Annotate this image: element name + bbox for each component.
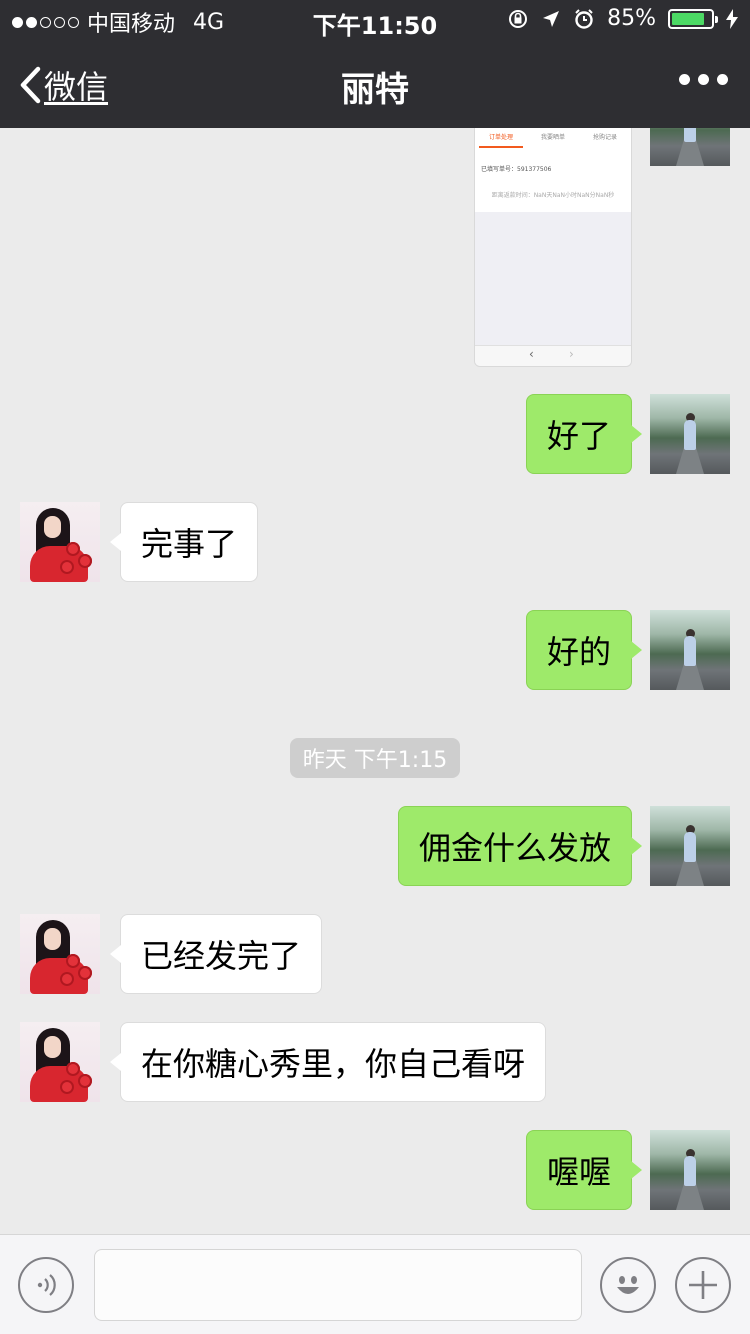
- signal-strength-icon: [12, 16, 79, 28]
- status-bar: 中国移动 4G 下午11:50 85%: [0, 0, 750, 40]
- battery-percent: 85%: [607, 6, 656, 31]
- avatar[interactable]: [20, 1022, 100, 1102]
- back-label: 微信: [44, 68, 109, 106]
- message-bubble-sent[interactable]: 喔喔: [526, 1130, 643, 1210]
- image-tabs: 订单处理 我要晒单 抢购记录: [475, 128, 631, 148]
- image-countdown: 距离返款时间：NaN天NaN小时NaN分NaN秒: [491, 192, 615, 199]
- message-input[interactable]: [94, 1249, 582, 1321]
- avatar[interactable]: [650, 806, 730, 886]
- message-bubble-sent[interactable]: 佣金什么发放: [398, 806, 643, 886]
- avatar[interactable]: [20, 914, 100, 994]
- chevron-left-icon: ‹: [529, 347, 534, 361]
- emoji-icon[interactable]: [600, 1257, 656, 1313]
- image-tab: 我要晒单: [540, 134, 565, 141]
- image-order-panel: 已填写单号：591377506 距离返款时间：NaN天NaN小时NaN分NaN秒: [475, 148, 631, 212]
- status-left: 中国移动 4G: [12, 6, 224, 38]
- plus-icon[interactable]: [675, 1257, 731, 1313]
- avatar[interactable]: [650, 1130, 730, 1210]
- carrier-label: 中国移动: [87, 12, 176, 37]
- message-bubble-sent[interactable]: 好了: [526, 394, 643, 474]
- location-arrow-icon: [543, 10, 560, 27]
- back-button[interactable]: 微信: [18, 62, 108, 108]
- battery-level-fill: [672, 12, 705, 25]
- nav-bar: 微信 丽特: [0, 48, 750, 120]
- rotation-lock-icon: [509, 9, 528, 28]
- chat-title: 丽特: [341, 70, 409, 110]
- network-label: 4G: [193, 9, 225, 35]
- top-bar: 中国移动 4G 下午11:50 85% 微信 丽特: [0, 0, 750, 128]
- message-bubble-received[interactable]: 完事了: [109, 502, 259, 582]
- input-bar: [0, 1234, 750, 1334]
- status-right: 85%: [507, 6, 738, 31]
- message-bubble-received[interactable]: 在你糖心秀里，你自己看呀: [109, 1022, 547, 1102]
- image-order-number: 已填写单号：591377506: [481, 166, 552, 173]
- image-browser-footer: ‹ ›: [475, 345, 631, 366]
- chat-area[interactable]: 订单处理 我要晒单 抢购记录 已填写单号：591377506 距离返款时间：Na…: [0, 128, 750, 1234]
- message-bubble-sent[interactable]: 好的: [526, 610, 643, 690]
- more-dots-icon[interactable]: [679, 74, 728, 85]
- message-bubble-received[interactable]: 已经发完了: [109, 914, 323, 994]
- charging-bolt-icon: [726, 8, 738, 29]
- chevron-left-icon: [20, 66, 41, 104]
- avatar[interactable]: [650, 394, 730, 474]
- avatar[interactable]: [20, 502, 100, 582]
- avatar[interactable]: [650, 610, 730, 690]
- timestamp: 昨天 下午1:15: [290, 738, 460, 778]
- chevron-right-icon: ›: [569, 347, 574, 361]
- image-tab: 抢购记录: [592, 134, 617, 141]
- voice-icon[interactable]: [18, 1257, 74, 1313]
- alarm-clock-icon: [575, 8, 593, 29]
- battery-icon: [668, 8, 718, 29]
- image-message[interactable]: 订单处理 我要晒单 抢购记录 已填写单号：591377506 距离返款时间：Na…: [474, 128, 632, 367]
- avatar[interactable]: [650, 128, 730, 166]
- image-tab: 订单处理: [488, 134, 513, 141]
